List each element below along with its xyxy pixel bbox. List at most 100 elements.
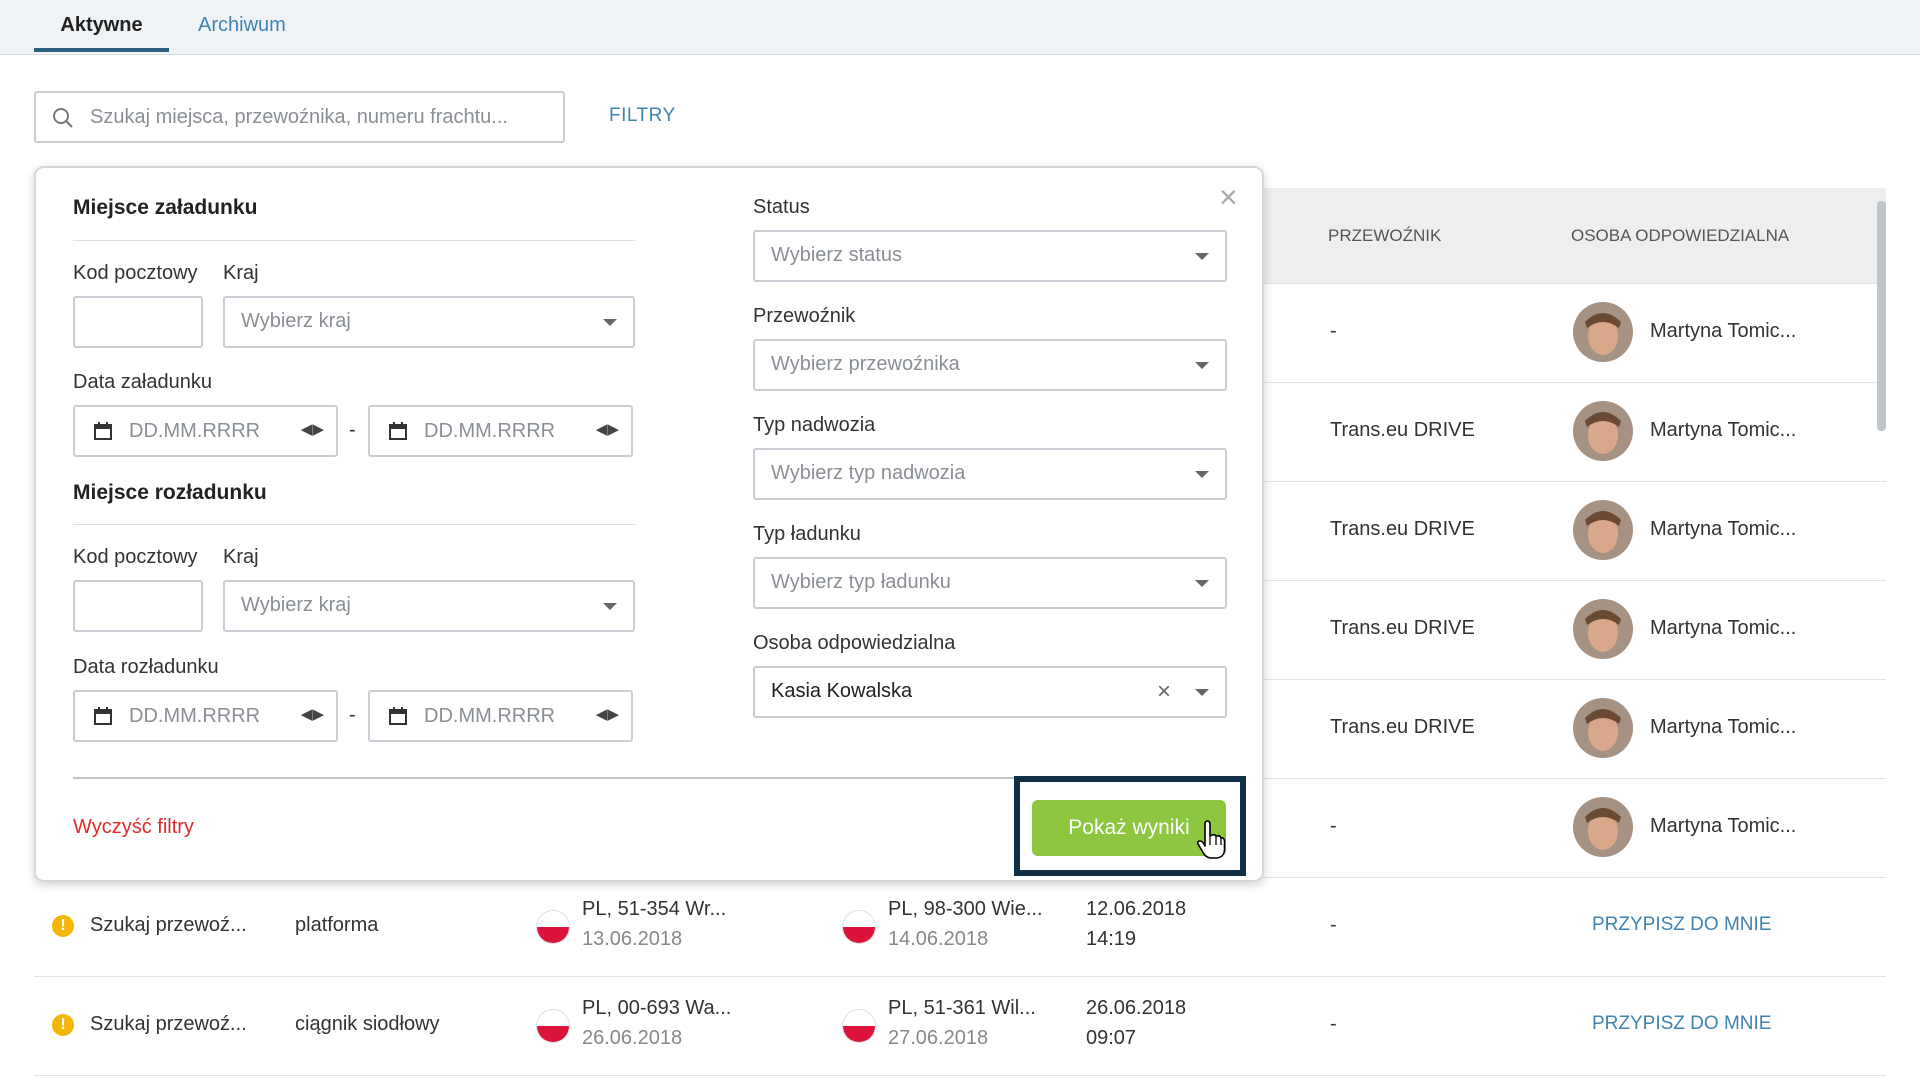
body-type-select[interactable]: Wybierz typ nadwozia xyxy=(753,448,1227,500)
cargo-type-select[interactable]: Wybierz typ ładunku xyxy=(753,557,1227,609)
arrows-icon[interactable]: ◀ ▶ xyxy=(596,420,619,438)
carrier-cell: - xyxy=(1330,1013,1337,1035)
warning-icon: ! xyxy=(52,915,74,937)
date-separator: - xyxy=(349,704,356,726)
cargo-type-label: Typ ładunku xyxy=(753,523,861,545)
loading-section-title: Miejsce załadunku xyxy=(73,196,258,219)
carrier-cell: Trans.eu DRIVE xyxy=(1330,617,1475,639)
unloading-date: 14.06.2018 xyxy=(888,928,989,950)
chevron-down-icon xyxy=(1195,580,1209,587)
avatar xyxy=(1573,302,1633,362)
loading-place: PL, 51-354 Wr... xyxy=(582,898,727,920)
avatar xyxy=(1573,401,1633,461)
created-time: 14:19 xyxy=(1086,928,1137,950)
person-name: Martyna Tomic... xyxy=(1650,716,1797,738)
loading-country-label: Kraj xyxy=(223,262,259,284)
body-type-cell: ciągnik siodłowy xyxy=(295,1013,440,1035)
avatar xyxy=(1573,599,1633,659)
chevron-down-icon xyxy=(603,319,617,326)
table-row[interactable]: ! Szukaj przewoź... platforma PL, 51-354… xyxy=(34,878,1886,977)
calendar-icon xyxy=(94,707,112,725)
loading-postal-label: Kod pocztowy xyxy=(73,262,198,284)
carrier-label: Przewoźnik xyxy=(753,305,856,327)
created-date: 26.06.2018 xyxy=(1086,997,1187,1019)
unloading-postal-input[interactable] xyxy=(73,580,203,632)
poland-flag-icon xyxy=(842,1009,876,1043)
unloading-section-title: Miejsce rozładunku xyxy=(73,481,267,504)
tab-active[interactable]: Aktywne xyxy=(34,12,169,52)
clear-icon[interactable]: × xyxy=(1157,678,1171,706)
body-type-cell: platforma xyxy=(295,914,379,936)
unloading-country-select[interactable]: Wybierz kraj xyxy=(223,580,635,632)
status-cell: Szukaj przewoź... xyxy=(90,914,247,936)
loading-date: 13.06.2018 xyxy=(582,928,683,950)
close-icon[interactable]: × xyxy=(1219,181,1238,213)
header-responsible[interactable]: OSOBA ODPOWIEDZIALNA xyxy=(1571,214,1789,258)
filters-popup: × Miejsce załadunku Kod pocztowy Kraj Wy… xyxy=(34,166,1264,882)
unloading-country-placeholder: Wybierz kraj xyxy=(241,594,351,616)
loading-postal-input[interactable] xyxy=(73,296,203,348)
unloading-country-label: Kraj xyxy=(223,546,259,568)
status-placeholder: Wybierz status xyxy=(771,244,902,266)
date-placeholder: DD.MM.RRRR xyxy=(129,705,261,727)
filters-link[interactable]: FILTRY xyxy=(609,105,676,127)
avatar xyxy=(1573,698,1633,758)
loading-place: PL, 00-693 Wa... xyxy=(582,997,732,1019)
poland-flag-icon xyxy=(536,910,570,944)
table-row[interactable]: ! Szukaj przewoź... ciągnik siodłowy PL,… xyxy=(34,977,1886,1076)
loading-date-from[interactable]: DD.MM.RRRR ◀ ▶ xyxy=(73,405,338,457)
warning-icon: ! xyxy=(52,1014,74,1036)
avatar xyxy=(1573,797,1633,857)
person-name: Martyna Tomic... xyxy=(1650,518,1797,540)
carrier-cell: - xyxy=(1330,815,1337,837)
person-name: Martyna Tomic... xyxy=(1650,815,1797,837)
responsible-select[interactable]: Kasia Kowalska × xyxy=(753,666,1227,718)
arrows-icon[interactable]: ◀ ▶ xyxy=(301,705,324,723)
unloading-date-to[interactable]: DD.MM.RRRR ◀ ▶ xyxy=(368,690,633,742)
search-icon xyxy=(53,108,73,128)
date-placeholder: DD.MM.RRRR xyxy=(129,420,261,442)
search-input[interactable] xyxy=(90,103,550,131)
status-label: Status xyxy=(753,196,810,218)
loading-date-to[interactable]: DD.MM.RRRR ◀ ▶ xyxy=(368,405,633,457)
poland-flag-icon xyxy=(842,910,876,944)
loading-date: 26.06.2018 xyxy=(582,1027,683,1049)
poland-flag-icon xyxy=(536,1009,570,1043)
body-type-placeholder: Wybierz typ nadwozia xyxy=(771,462,966,484)
arrows-icon[interactable]: ◀ ▶ xyxy=(596,705,619,723)
assign-to-me-link[interactable]: PRZYPISZ DO MNIE xyxy=(1592,914,1771,936)
arrows-icon[interactable]: ◀ ▶ xyxy=(301,420,324,438)
unloading-date-label: Data rozładunku xyxy=(73,656,219,678)
avatar xyxy=(1573,500,1633,560)
carrier-cell: Trans.eu DRIVE xyxy=(1330,518,1475,540)
search-box[interactable] xyxy=(34,91,565,143)
carrier-select[interactable]: Wybierz przewoźnika xyxy=(753,339,1227,391)
loading-date-label: Data załadunku xyxy=(73,371,212,393)
status-cell: Szukaj przewoź... xyxy=(90,1013,247,1035)
chevron-down-icon xyxy=(1195,471,1209,478)
loading-country-select[interactable]: Wybierz kraj xyxy=(223,296,635,348)
calendar-icon xyxy=(389,707,407,725)
unloading-date-from[interactable]: DD.MM.RRRR ◀ ▶ xyxy=(73,690,338,742)
header-carrier[interactable]: PRZEWOŹNIK xyxy=(1328,214,1441,258)
assign-to-me-link[interactable]: PRZYPISZ DO MNIE xyxy=(1592,1013,1771,1035)
created-time: 09:07 xyxy=(1086,1027,1137,1049)
status-select[interactable]: Wybierz status xyxy=(753,230,1227,282)
body-type-label: Typ nadwozia xyxy=(753,414,876,436)
unloading-place: PL, 98-300 Wie... xyxy=(888,898,1043,920)
responsible-value: Kasia Kowalska xyxy=(771,680,913,702)
table-scrollbar[interactable] xyxy=(1877,201,1886,431)
divider xyxy=(73,524,635,525)
chevron-down-icon xyxy=(1195,253,1209,260)
carrier-cell: - xyxy=(1330,914,1337,936)
carrier-cell: Trans.eu DRIVE xyxy=(1330,716,1475,738)
calendar-icon xyxy=(94,422,112,440)
clear-filters-link[interactable]: Wyczyść filtry xyxy=(73,816,194,839)
tabs-bar: Aktywne Archiwum xyxy=(0,0,1920,55)
loading-country-placeholder: Wybierz kraj xyxy=(241,310,351,332)
chevron-down-icon xyxy=(603,603,617,610)
unloading-postal-label: Kod pocztowy xyxy=(73,546,198,568)
calendar-icon xyxy=(389,422,407,440)
chevron-down-icon xyxy=(1195,362,1209,369)
tab-archive[interactable]: Archiwum xyxy=(198,12,286,52)
